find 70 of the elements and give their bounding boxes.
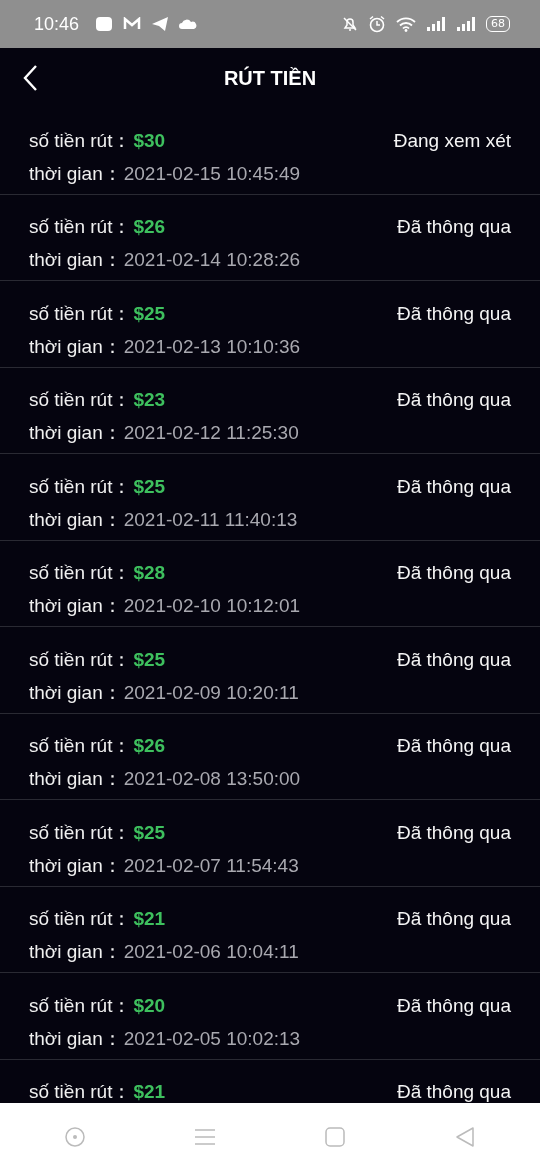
amount-label: số tiền rút： [29,993,132,1018]
status-text: Đã thông qua [396,216,511,238]
amount-label: số tiền rút： [29,128,132,153]
signal-icon [456,16,476,32]
time-value: 2021-02-08 13:50:00 [123,768,301,790]
time-value: 2021-02-13 10:10:36 [123,335,301,358]
amount-label: số tiền rút： [29,1080,132,1103]
time-value: 2021-02-14 10:28:26 [123,249,301,271]
amount-label: số tiền rút： [29,734,132,758]
amount-label: số tiền rút： [29,647,132,672]
time-label: thời gian： [29,680,122,705]
status-text: Đang xem xét [393,129,511,152]
amount-value: $25 [133,648,166,671]
time-value: 2021-02-11 11:40:13 [123,508,298,531]
amount-value: $25 [133,821,166,844]
time-value: 2021-02-05 10:02:13 [123,1027,301,1050]
amount-value: $28 [133,562,166,584]
paper-plane-icon [151,16,170,32]
amount-value: $23 [133,389,166,411]
page-title: RÚT TIỀN [223,66,317,90]
amount-value: $25 [133,475,166,498]
status-text: Đã thông qua [396,302,511,325]
status-text: Đã thông qua [396,389,511,411]
back-icon[interactable] [22,64,38,92]
wifi-icon [396,16,416,32]
amount-label: số tiền rút： [29,301,132,326]
time-label: thời gian： [29,161,122,186]
status-text: Đã thông qua [396,908,511,930]
time-label: thời gian： [29,594,122,618]
time-value: 2021-02-10 10:12:01 [123,595,301,617]
amount-label: số tiền rút： [29,561,132,585]
time-label: thời gian： [29,1026,122,1051]
amount-value: $26 [133,735,166,757]
time-label: thời gian： [29,421,122,445]
status-text: Đã thông qua [396,994,511,1017]
time-label: thời gian： [29,940,122,964]
status-text: Đã thông qua [396,562,511,584]
mail-icon [123,17,142,31]
amount-label: số tiền rút： [29,907,132,931]
time-value: 2021-02-12 11:25:30 [123,422,299,444]
signal-icon [426,16,446,32]
time-value: 2021-02-09 10:20:11 [123,681,299,704]
time-value: 2021-02-07 11:54:43 [123,854,299,877]
bell-off-icon [342,16,358,32]
status-text: Đã thông qua [396,475,511,498]
status-text: Đã thông qua [396,735,511,757]
alarm-clock-icon [368,15,386,33]
amount-value: $30 [133,129,166,152]
amount-label: số tiền rút： [29,474,132,499]
amount-label: số tiền rút： [29,215,132,239]
time-label: thời gian： [29,248,122,272]
clock: 10:46 [34,13,80,35]
time-value: 2021-02-06 10:04:11 [123,941,299,963]
time-label: thời gian： [29,507,122,532]
amount-label: số tiền rút： [29,388,132,412]
status-text: Đã thông qua [396,1081,511,1103]
time-label: thời gian： [29,334,122,359]
cloud-icon [179,18,198,30]
amount-value: $25 [133,302,166,325]
amount-value: $21 [133,908,166,930]
amount-value: $21 [133,1081,166,1103]
battery-level: 68 [486,16,510,32]
time-label: thời gian： [29,767,122,791]
time-value: 2021-02-15 10:45:49 [123,162,301,185]
amount-label: số tiền rút： [29,820,132,845]
time-label: thời gian： [29,853,122,878]
status-text: Đã thông qua [396,648,511,671]
amount-value: $26 [133,216,166,238]
amount-value: $20 [133,994,166,1017]
status-text: Đã thông qua [396,821,511,844]
